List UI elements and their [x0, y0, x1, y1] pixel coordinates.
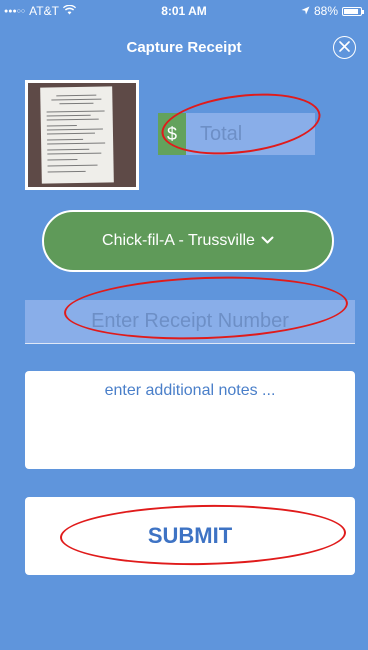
chevron-down-icon: [261, 232, 274, 250]
battery-percent: 88%: [313, 4, 338, 18]
location-arrow-icon: [301, 4, 310, 18]
battery-tip: [362, 9, 364, 14]
receipt-thumbnail[interactable]: [25, 80, 139, 190]
receipt-number-input[interactable]: Enter Receipt Number: [25, 300, 355, 344]
battery-level: [344, 8, 358, 14]
total-input[interactable]: Total: [186, 113, 242, 155]
page-title: Capture Receipt: [126, 39, 242, 56]
close-circle-icon: [339, 39, 350, 57]
status-right: 88%: [301, 4, 364, 18]
receipt-paper-image: [40, 86, 114, 184]
currency-symbol: $: [158, 113, 186, 155]
battery-icon: [342, 6, 364, 16]
status-bar: ●●●○○ AT&T 8:01 AM 88%: [0, 0, 368, 22]
location-dropdown[interactable]: Chick-fil-A - Trussville: [42, 210, 334, 272]
notes-textarea[interactable]: enter additional notes ...: [25, 371, 355, 469]
submit-button[interactable]: SUBMIT: [25, 497, 355, 575]
receipt-photo: [28, 83, 136, 187]
close-button[interactable]: [333, 36, 356, 59]
location-label: Chick-fil-A - Trussville: [102, 232, 255, 249]
total-field[interactable]: $ Total: [158, 113, 315, 155]
